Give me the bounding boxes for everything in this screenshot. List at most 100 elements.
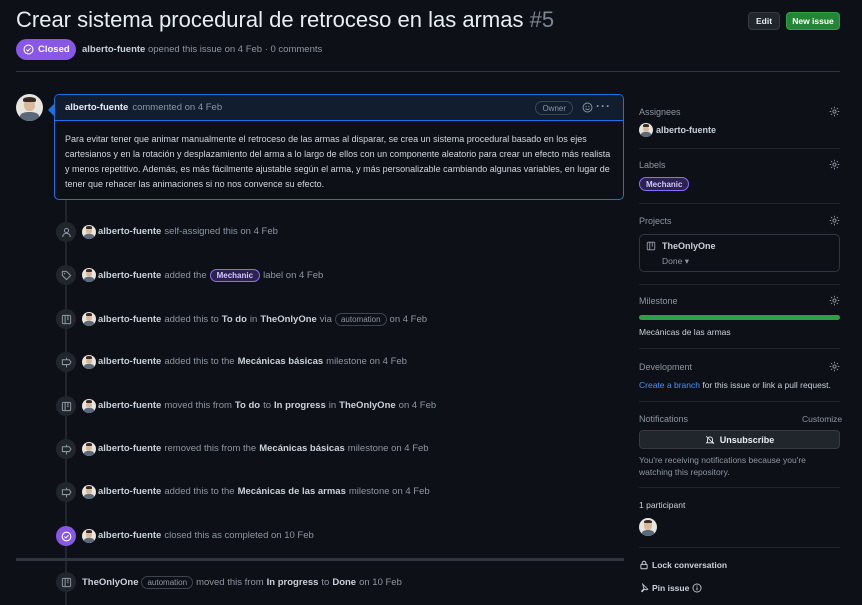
tag-icon: [56, 265, 76, 285]
event-bold[interactable]: Mecánicas básicas: [238, 356, 324, 367]
pin-label: Pin issue: [652, 583, 690, 593]
lock-conversation-link[interactable]: Lock conversation: [639, 560, 727, 570]
unsubscribe-label: Unsubscribe: [719, 434, 775, 445]
label-pill[interactable]: Mechanic: [209, 269, 261, 282]
assignee-link[interactable]: alberto-fuente: [656, 125, 716, 135]
divider: [639, 401, 840, 402]
project-icon: [56, 309, 76, 329]
create-branch-link[interactable]: Create a branch: [639, 380, 700, 390]
divider: [639, 547, 840, 548]
avatar[interactable]: [82, 355, 96, 369]
milestone-heading[interactable]: Milestone: [639, 296, 678, 306]
lock-icon: [640, 560, 648, 570]
smiley-icon[interactable]: [582, 102, 593, 113]
milestone-icon: [56, 352, 76, 372]
issue-author-link[interactable]: alberto-fuente: [82, 44, 145, 55]
comment-header: alberto-fuente commented on 4 Feb Owner …: [55, 95, 623, 121]
event-text: via: [319, 314, 332, 325]
comment-author-link[interactable]: alberto-fuente: [65, 102, 128, 113]
unsubscribe-button[interactable]: Unsubscribe: [639, 430, 840, 449]
comment-date[interactable]: commented on 4 Feb: [132, 102, 222, 113]
event-bold[interactable]: TheOnlyOne: [339, 400, 395, 411]
milestone-link[interactable]: Mecánicas de las armas: [639, 327, 731, 337]
event-actor-link[interactable]: alberto-fuente: [98, 226, 161, 237]
event-text: to: [321, 577, 330, 588]
event-bold[interactable]: To do: [235, 400, 260, 411]
divider: [16, 71, 840, 72]
person-icon: [56, 222, 76, 242]
event-bold[interactable]: Mecánicas de las armas: [238, 486, 346, 497]
pin-issue-link[interactable]: Pin issue: [639, 583, 702, 593]
event-bold[interactable]: Mecánicas básicas: [259, 443, 345, 454]
event-text: moved this from: [196, 577, 264, 588]
labels-heading[interactable]: Labels: [639, 160, 666, 170]
avatar[interactable]: [82, 268, 96, 282]
issue-closed-icon: [23, 44, 34, 55]
edit-button[interactable]: Edit: [748, 12, 780, 30]
notifications-heading: Notifications: [639, 414, 689, 424]
event-actor-link[interactable]: alberto-fuente: [98, 400, 161, 411]
automation-pill: automation: [141, 576, 194, 589]
event-actor-link[interactable]: alberto-fuente: [98, 443, 161, 454]
projects-heading[interactable]: Projects: [639, 216, 672, 226]
automation-pill: automation: [334, 313, 387, 326]
event-actor-link[interactable]: alberto-fuente: [98, 314, 161, 325]
event-text: on 10 Feb: [359, 577, 402, 588]
event-bold[interactable]: Done: [332, 577, 356, 588]
timeline-event: alberto-fuente added this to To do in TheOnl…: [98, 313, 427, 326]
gear-icon[interactable]: [829, 295, 840, 306]
avatar[interactable]: [82, 485, 96, 499]
event-actor-link[interactable]: alberto-fuente: [98, 356, 161, 367]
bell-slash-icon: [705, 435, 715, 444]
event-bold[interactable]: In progress: [267, 577, 319, 588]
timeline-event: alberto-fuente closed this as completed o…: [98, 530, 314, 541]
event-text: to: [263, 400, 272, 411]
event-actor-link[interactable]: alberto-fuente: [98, 530, 161, 541]
info-icon[interactable]: [692, 583, 702, 593]
gear-icon[interactable]: [829, 159, 840, 170]
timeline-event-last: TheOnlyOne automation moved this from In…: [82, 576, 402, 589]
development-text: for this issue or link a pull request.: [702, 380, 831, 390]
development-heading[interactable]: Development: [639, 362, 692, 372]
timeline-event: alberto-fuente added this to the Mecánicas…: [98, 486, 430, 497]
kebab-menu-icon[interactable]: ···: [596, 99, 611, 113]
assignees-heading[interactable]: Assignees: [639, 107, 681, 117]
avatar[interactable]: [82, 312, 96, 326]
status-badge-label: Closed: [38, 44, 70, 55]
avatar[interactable]: [82, 225, 96, 239]
event-bold[interactable]: In progress: [274, 400, 326, 411]
event-bold[interactable]: TheOnlyOne: [260, 314, 316, 325]
project-status-dropdown[interactable]: Done ▾: [662, 256, 689, 267]
avatar[interactable]: [16, 94, 43, 121]
project-link[interactable]: TheOnlyOne: [662, 241, 716, 251]
issue-meta: alberto-fuente opened this issue on 4 Fe…: [82, 44, 322, 55]
issue-number: #5: [529, 7, 555, 32]
event-text: on 4 Feb: [398, 400, 437, 411]
avatar[interactable]: [82, 399, 96, 413]
event-actor-link[interactable]: TheOnlyOne: [82, 577, 138, 588]
milestone-icon: [56, 439, 76, 459]
event-text: added this to: [164, 314, 219, 325]
new-issue-button[interactable]: New issue: [786, 12, 840, 30]
gear-icon[interactable]: [829, 361, 840, 372]
event-text: in: [328, 400, 337, 411]
timeline-event: alberto-fuente moved this from To do to In p…: [98, 400, 436, 411]
event-actor-link[interactable]: alberto-fuente: [98, 486, 161, 497]
avatar[interactable]: [82, 442, 96, 456]
gear-icon[interactable]: [829, 106, 840, 117]
pin-icon: [640, 583, 649, 593]
caret-down-icon: ▾: [684, 256, 689, 266]
comment-body: Para evitar tener que animar manualmente…: [65, 134, 611, 189]
milestone-progress-fill: [639, 315, 840, 320]
gear-icon[interactable]: [829, 215, 840, 226]
event-actor-link[interactable]: alberto-fuente: [98, 270, 161, 281]
event-bold[interactable]: To do: [222, 314, 247, 325]
timeline-event: alberto-fuente added this to the Mecánicas…: [98, 356, 407, 367]
avatar[interactable]: [639, 518, 657, 536]
avatar[interactable]: [82, 529, 96, 543]
owner-badge: Owner: [535, 101, 573, 115]
event-text: on 4 Feb: [389, 314, 428, 325]
label-pill[interactable]: Mechanic: [639, 177, 690, 191]
avatar[interactable]: [639, 123, 653, 137]
customize-link[interactable]: Customize: [802, 414, 842, 424]
